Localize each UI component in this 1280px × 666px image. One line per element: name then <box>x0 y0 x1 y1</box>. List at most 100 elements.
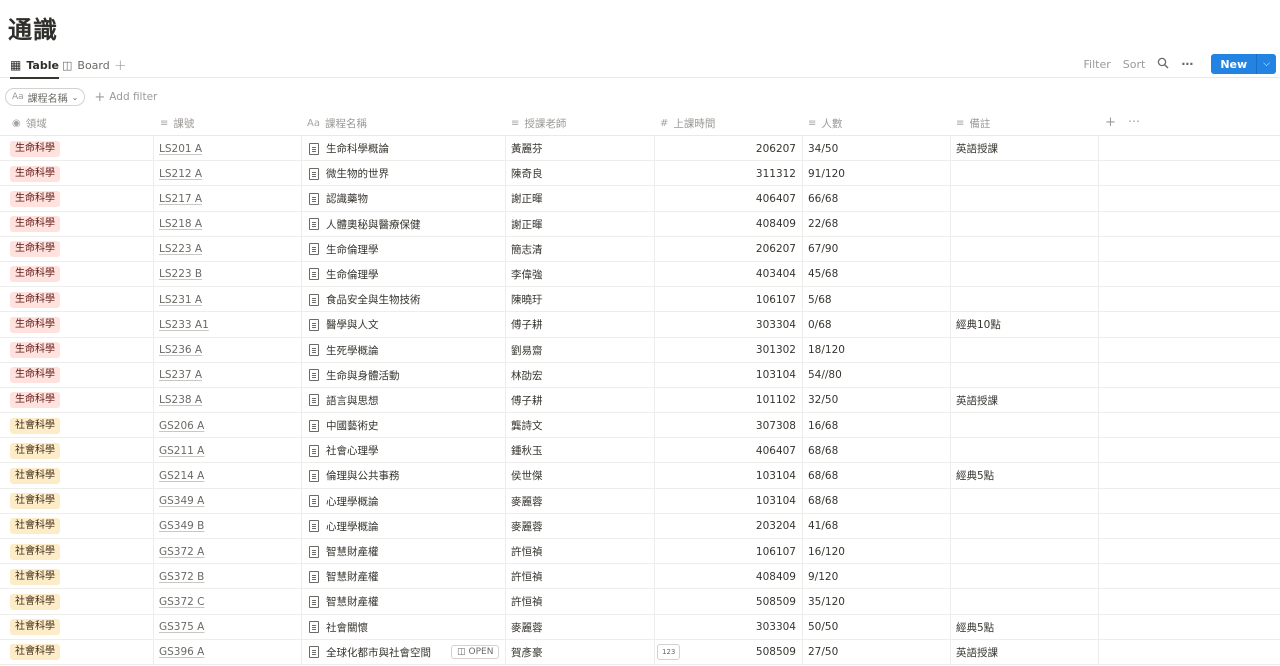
teacher-cell[interactable]: 麥麗蓉 <box>511 489 543 514</box>
course-name[interactable]: 生命科學概論 <box>326 141 389 156</box>
new-button[interactable]: New ⌵ <box>1211 54 1276 74</box>
course-name[interactable]: 智慧財產權 <box>326 569 379 584</box>
field-cell[interactable]: 社會科學 <box>10 640 60 665</box>
count-cell[interactable]: 68/68 <box>808 489 838 514</box>
field-cell[interactable]: 社會科學 <box>10 489 60 514</box>
more-options-icon[interactable]: ⋯ <box>1181 57 1193 71</box>
course-name[interactable]: 食品安全與生物技術 <box>326 292 421 307</box>
teacher-cell[interactable]: 傅子耕 <box>511 388 543 413</box>
count-cell[interactable]: 18/120 <box>808 338 845 363</box>
teacher-cell[interactable]: 麥麗蓉 <box>511 514 543 539</box>
course-name-cell[interactable]: 微生物的世界 <box>309 161 389 186</box>
time-cell[interactable]: 406407 <box>656 186 796 211</box>
time-cell[interactable]: 103104 <box>656 363 796 388</box>
note-cell[interactable]: 經典5點 <box>956 615 994 640</box>
course-name-cell[interactable]: 語言與思想 <box>309 388 379 413</box>
teacher-cell[interactable]: 龔詩文 <box>511 413 543 438</box>
count-cell[interactable]: 91/120 <box>808 161 845 186</box>
teacher-cell[interactable]: 陳奇良 <box>511 161 543 186</box>
teacher-cell[interactable]: 劉易齋 <box>511 338 543 363</box>
time-cell[interactable]: 206207 <box>656 136 796 161</box>
course-name-cell[interactable]: 人體奧秘與醫療保健 <box>309 212 421 237</box>
code-cell[interactable]: GS372 B <box>159 564 204 589</box>
teacher-cell[interactable]: 謝正暉 <box>511 212 543 237</box>
code-cell[interactable]: LS237 A <box>159 363 202 388</box>
time-cell[interactable]: 303304 <box>656 312 796 337</box>
count-cell[interactable]: 35/120 <box>808 589 845 614</box>
column-header-time[interactable]: # 上課時間 <box>660 111 715 136</box>
course-name[interactable]: 生命倫理學 <box>326 242 379 257</box>
code-cell[interactable]: GS349 B <box>159 514 204 539</box>
count-cell[interactable]: 67/90 <box>808 237 838 262</box>
table-row[interactable]: 社會科學 GS375 A 社會關懷 麥麗蓉 303304 50/50 經典5點 <box>0 614 1280 640</box>
count-cell[interactable]: 0/68 <box>808 312 832 337</box>
time-cell[interactable]: 301302 <box>656 338 796 363</box>
table-row[interactable]: 社會科學 GS206 A 中國藝術史 龔詩文 307308 16/68 <box>0 413 1280 439</box>
time-cell[interactable]: 307308 <box>656 413 796 438</box>
note-cell[interactable]: 經典5點 <box>956 463 994 488</box>
column-header-code[interactable]: ≡ 課號 <box>160 111 194 136</box>
course-name[interactable]: 醫學與人文 <box>326 317 379 332</box>
course-name-cell[interactable]: 智慧財產權 <box>309 564 379 589</box>
add-column-icon[interactable]: + <box>1105 115 1116 130</box>
course-name-cell[interactable]: 智慧財產權 <box>309 539 379 564</box>
teacher-cell[interactable]: 林劭宏 <box>511 363 543 388</box>
course-name[interactable]: 心理學概論 <box>326 494 379 509</box>
course-name[interactable]: 中國藝術史 <box>326 418 379 433</box>
course-name[interactable]: 倫理與公共事務 <box>326 468 400 483</box>
table-row[interactable]: 生命科學 LS212 A 微生物的世界 陳奇良 311312 91/120 <box>0 161 1280 187</box>
course-name-cell[interactable]: 生命倫理學 <box>309 237 379 262</box>
table-row[interactable]: 社會科學 GS372 A 智慧財產權 許恒禎 106107 16/120 <box>0 539 1280 565</box>
column-header-teacher[interactable]: ≡ 授課老師 <box>511 111 566 136</box>
note-cell[interactable]: 英語授課 <box>956 640 998 665</box>
code-cell[interactable]: GS396 A <box>159 640 204 665</box>
table-row[interactable]: 生命科學 LS238 A 語言與思想 傅子耕 101102 32/50 英語授課 <box>0 387 1280 414</box>
count-cell[interactable]: 68/68 <box>808 438 838 463</box>
teacher-cell[interactable]: 黃麗芬 <box>511 136 543 161</box>
tab-table[interactable]: ▦ Table <box>10 54 59 79</box>
code-cell[interactable]: GS349 A <box>159 489 204 514</box>
note-cell[interactable]: 經典10點 <box>956 312 1001 337</box>
course-name[interactable]: 認識藥物 <box>326 191 368 206</box>
course-name-cell[interactable]: 倫理與公共事務 <box>309 463 400 488</box>
time-cell[interactable]: 303304 <box>656 615 796 640</box>
teacher-cell[interactable]: 簡志清 <box>511 237 543 262</box>
field-cell[interactable]: 生命科學 <box>10 161 60 186</box>
field-cell[interactable]: 生命科學 <box>10 136 60 161</box>
count-cell[interactable]: 16/68 <box>808 413 838 438</box>
code-cell[interactable]: GS211 A <box>159 438 204 463</box>
search-icon[interactable] <box>1157 57 1169 72</box>
teacher-cell[interactable]: 許恒禎 <box>511 589 543 614</box>
table-row[interactable]: 生命科學 LS218 A 人體奧秘與醫療保健 謝正暉 408409 22/68 <box>0 211 1280 237</box>
course-name-cell[interactable]: 生命倫理學 <box>309 262 379 287</box>
course-name[interactable]: 社會心理學 <box>326 443 379 458</box>
teacher-cell[interactable]: 陳曉玗 <box>511 287 543 312</box>
table-row[interactable]: 生命科學 LS201 A 生命科學概論 黃麗芬 206207 34/50 英語授課 <box>0 136 1280 162</box>
field-cell[interactable]: 社會科學 <box>10 438 60 463</box>
count-cell[interactable]: 22/68 <box>808 212 838 237</box>
table-row[interactable]: 社會科學 GS372 B 智慧財產權 許恒禎 408409 9/120 <box>0 564 1280 590</box>
time-cell[interactable]: 406407 <box>656 438 796 463</box>
table-row[interactable]: 生命科學 LS233 A1 醫學與人文 傅子耕 303304 0/68 經典10點 <box>0 312 1280 338</box>
new-button-label[interactable]: New <box>1211 54 1258 74</box>
add-view-button[interactable]: + <box>114 54 127 76</box>
field-cell[interactable]: 社會科學 <box>10 615 60 640</box>
table-row[interactable]: 社會科學 GS349 B 心理學概論 麥麗蓉 203204 41/68 <box>0 513 1280 539</box>
teacher-cell[interactable]: 侯世傑 <box>511 463 543 488</box>
course-name[interactable]: 微生物的世界 <box>326 166 389 181</box>
course-name-cell[interactable]: 智慧財產權 <box>309 589 379 614</box>
time-cell[interactable]: 408409 <box>656 212 796 237</box>
course-name[interactable]: 生命與身體活動 <box>326 368 400 383</box>
code-cell[interactable]: GS214 A <box>159 463 204 488</box>
course-name-cell[interactable]: 心理學概論 <box>309 514 379 539</box>
course-name-cell[interactable]: 生命科學概論 <box>309 136 389 161</box>
count-cell[interactable]: 27/50 <box>808 640 838 665</box>
count-cell[interactable]: 45/68 <box>808 262 838 287</box>
course-name[interactable]: 智慧財產權 <box>326 594 379 609</box>
code-cell[interactable]: LS223 B <box>159 262 202 287</box>
course-name-cell[interactable]: 社會關懷 <box>309 615 368 640</box>
course-name-cell[interactable]: 醫學與人文 <box>309 312 379 337</box>
course-name[interactable]: 社會關懷 <box>326 620 368 635</box>
time-cell[interactable]: 403404 <box>656 262 796 287</box>
course-name[interactable]: 智慧財產權 <box>326 544 379 559</box>
